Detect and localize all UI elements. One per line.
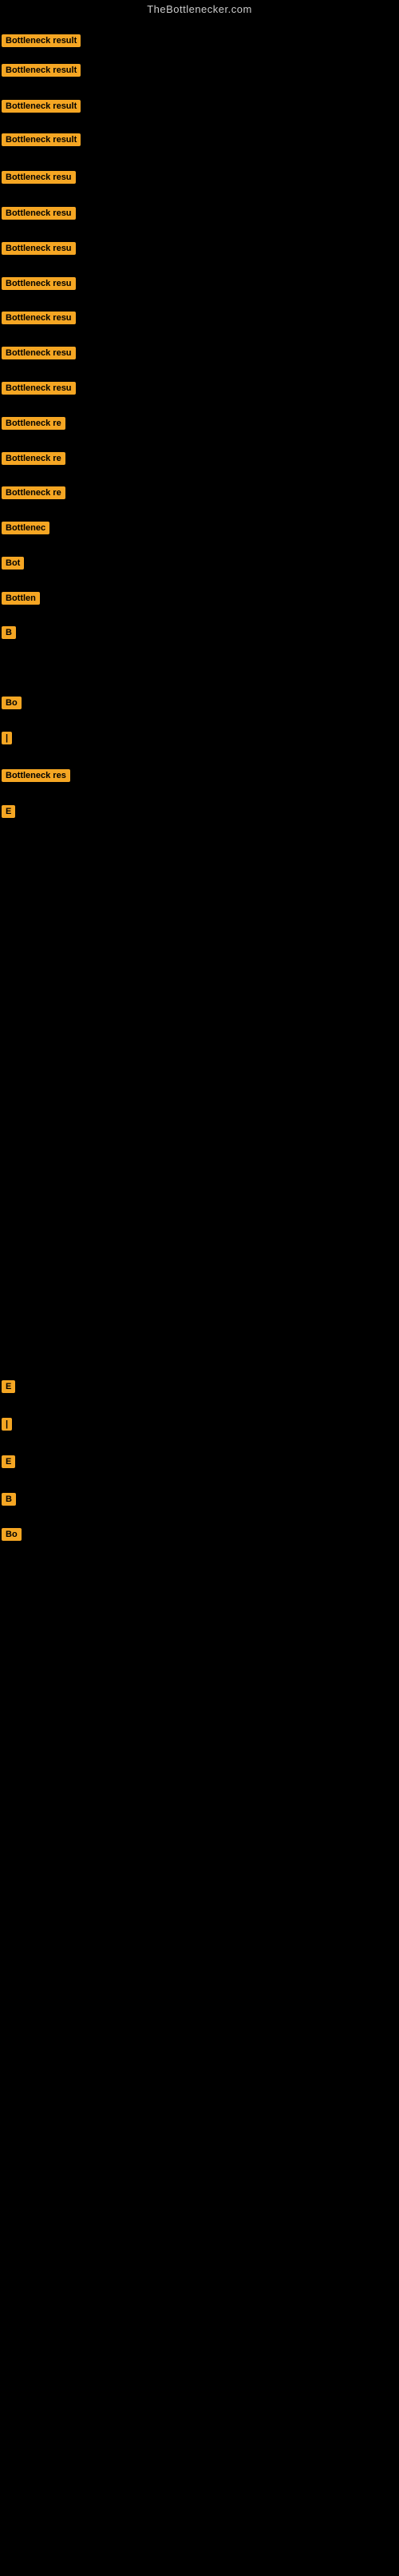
bottleneck-badge: Bottleneck res xyxy=(2,769,70,782)
bottleneck-badge: B xyxy=(2,1493,16,1506)
bottleneck-badge: Bo xyxy=(2,1528,22,1541)
bottleneck-badge: Bottleneck resu xyxy=(2,171,76,184)
bottleneck-badge: Bottleneck result xyxy=(2,133,81,146)
bottleneck-badge: E xyxy=(2,1455,15,1468)
bottleneck-badge: Bottleneck re xyxy=(2,417,65,430)
bottleneck-badge: Bottlenec xyxy=(2,522,49,534)
bottleneck-badge: Bottleneck resu xyxy=(2,242,76,255)
bottleneck-badge: Bottleneck result xyxy=(2,64,81,77)
bottleneck-badge: Bottleneck resu xyxy=(2,277,76,290)
bottleneck-badge: Bottleneck result xyxy=(2,100,81,113)
bottleneck-badge: E xyxy=(2,805,15,818)
bottleneck-badge: Bottleneck resu xyxy=(2,312,76,324)
site-title: TheBottlenecker.com xyxy=(0,0,399,20)
bottleneck-badge: | xyxy=(2,732,12,744)
bottleneck-badge: Bottleneck re xyxy=(2,486,65,499)
bottleneck-badge: Bo xyxy=(2,697,22,709)
bottleneck-badge: Bottleneck resu xyxy=(2,207,76,220)
bottleneck-badge: | xyxy=(2,1418,12,1431)
bottleneck-badge: Bottlen xyxy=(2,592,40,605)
bottleneck-badge: Bottleneck re xyxy=(2,452,65,465)
bottleneck-badge: E xyxy=(2,1380,15,1393)
bottleneck-badge: Bottleneck resu xyxy=(2,347,76,359)
bottleneck-badge: B xyxy=(2,626,16,639)
bottleneck-badge: Bot xyxy=(2,557,24,570)
bottleneck-badge: Bottleneck result xyxy=(2,34,81,47)
bottleneck-badge: Bottleneck resu xyxy=(2,382,76,395)
